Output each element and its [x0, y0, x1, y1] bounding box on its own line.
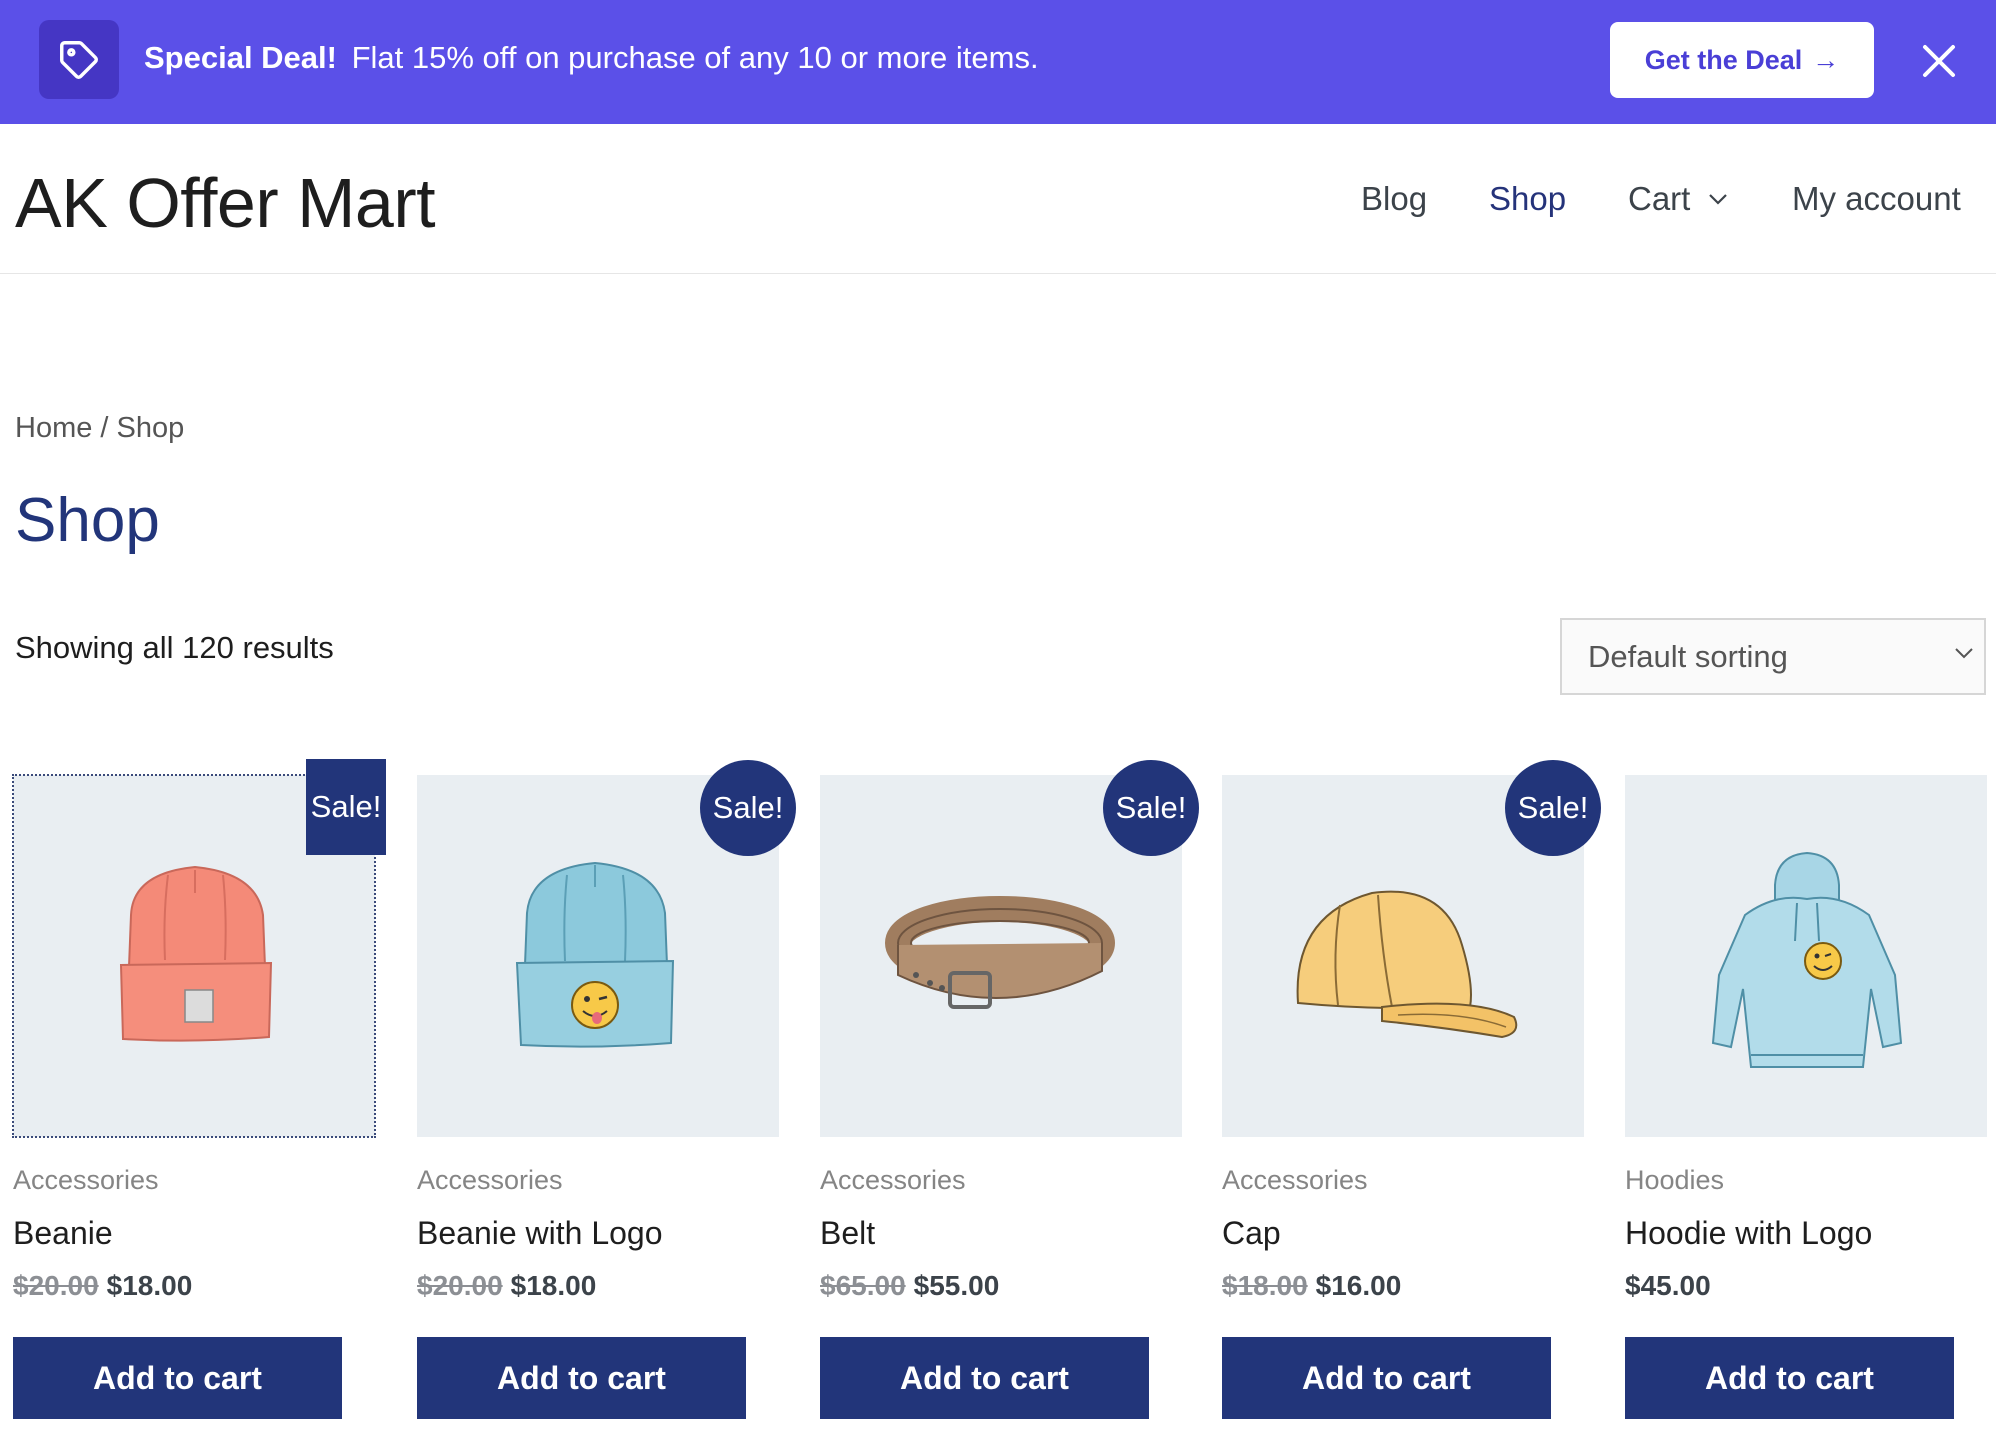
sorting-select[interactable]: Default sorting	[1560, 618, 1986, 695]
nav-blog[interactable]: Blog	[1361, 180, 1427, 218]
sale-price: $18.00	[510, 1270, 597, 1301]
breadcrumb-home[interactable]: Home	[15, 412, 92, 444]
add-to-cart-button[interactable]: Add to cart	[1222, 1337, 1551, 1419]
sorting-selected: Default sorting	[1588, 638, 1788, 674]
product-name[interactable]: Hoodie with Logo	[1625, 1215, 1872, 1252]
nav-cart-label: Cart	[1628, 180, 1691, 217]
sale-badge: Sale!	[1103, 760, 1199, 856]
sale-price: $18.00	[106, 1270, 193, 1301]
breadcrumb-separator: /	[92, 412, 117, 444]
product-category[interactable]: Accessories	[417, 1165, 563, 1196]
product-price: $65.00 $55.00	[820, 1270, 999, 1302]
chevron-down-icon	[1709, 194, 1728, 205]
promo-text: Flat 15% off on purchase of any 10 or mo…	[351, 40, 1039, 75]
get-the-deal-label: Get the Deal	[1644, 44, 1803, 75]
breadcrumb: Home / Shop	[15, 412, 184, 445]
add-to-cart-button[interactable]: Add to cart	[417, 1337, 746, 1419]
product-image-beanie[interactable]: Sale!	[12, 759, 386, 1138]
product-price: $20.00 $18.00	[13, 1270, 192, 1302]
product-price: $18.00 $16.00	[1222, 1270, 1401, 1302]
nav-cart[interactable]: Cart	[1628, 180, 1728, 218]
regular-price: $65.00	[820, 1270, 906, 1301]
sale-price: $45.00	[1625, 1270, 1711, 1301]
product-name[interactable]: Beanie	[13, 1215, 113, 1252]
arrow-right-icon: →	[1812, 44, 1840, 75]
close-icon[interactable]	[1920, 42, 1958, 80]
product-name[interactable]: Belt	[820, 1215, 875, 1252]
product-name[interactable]: Beanie with Logo	[417, 1215, 663, 1252]
sale-badge: Sale!	[1505, 760, 1601, 856]
promo-message: Special Deal! Flat 15% off on purchase o…	[144, 40, 1039, 76]
add-to-cart-button[interactable]: Add to cart	[13, 1337, 342, 1419]
nav-my-account[interactable]: My account	[1792, 180, 1961, 218]
breadcrumb-current: Shop	[116, 412, 185, 444]
regular-price: $20.00	[417, 1270, 503, 1301]
site-title[interactable]: AK Offer Mart	[15, 163, 436, 243]
result-count: Showing all 120 results	[15, 630, 334, 665]
product-category[interactable]: Hoodies	[1625, 1165, 1724, 1196]
sale-price: $16.00	[1315, 1270, 1402, 1301]
product-category[interactable]: Accessories	[820, 1165, 966, 1196]
page-title: Shop	[15, 486, 160, 555]
get-the-deal-button[interactable]: Get the Deal →	[1610, 22, 1874, 98]
product-name[interactable]: Cap	[1222, 1215, 1281, 1252]
product-image-cap[interactable]: Sale!	[1222, 760, 1601, 1137]
add-to-cart-button[interactable]: Add to cart	[820, 1337, 1149, 1419]
hoodie-with-logo-image	[1711, 851, 1903, 1068]
sale-price: $55.00	[913, 1270, 1000, 1301]
chevron-down-icon	[1955, 648, 1973, 659]
product-price: $45.00	[1625, 1270, 1711, 1302]
add-to-cart-button[interactable]: Add to cart	[1625, 1337, 1954, 1419]
product-price: $20.00 $18.00	[417, 1270, 596, 1302]
sale-badge: Sale!	[306, 759, 386, 855]
promo-title: Special Deal!	[144, 40, 337, 75]
nav-shop[interactable]: Shop	[1489, 180, 1566, 218]
regular-price: $18.00	[1222, 1270, 1308, 1301]
product-image-belt[interactable]: Sale!	[820, 760, 1199, 1137]
regular-price: $20.00	[13, 1270, 99, 1301]
sale-badge: Sale!	[700, 760, 796, 856]
product-image-beanie-with-logo[interactable]: Sale!	[417, 760, 796, 1137]
product-image-hoodie-with-logo[interactable]	[1625, 775, 1987, 1137]
promo-banner: Special Deal! Flat 15% off on purchase o…	[0, 0, 1996, 124]
tag-icon	[39, 20, 119, 99]
product-category[interactable]: Accessories	[13, 1165, 159, 1196]
product-category[interactable]: Accessories	[1222, 1165, 1368, 1196]
site-header: AK Offer Mart Blog Shop Cart My account	[0, 124, 1996, 274]
